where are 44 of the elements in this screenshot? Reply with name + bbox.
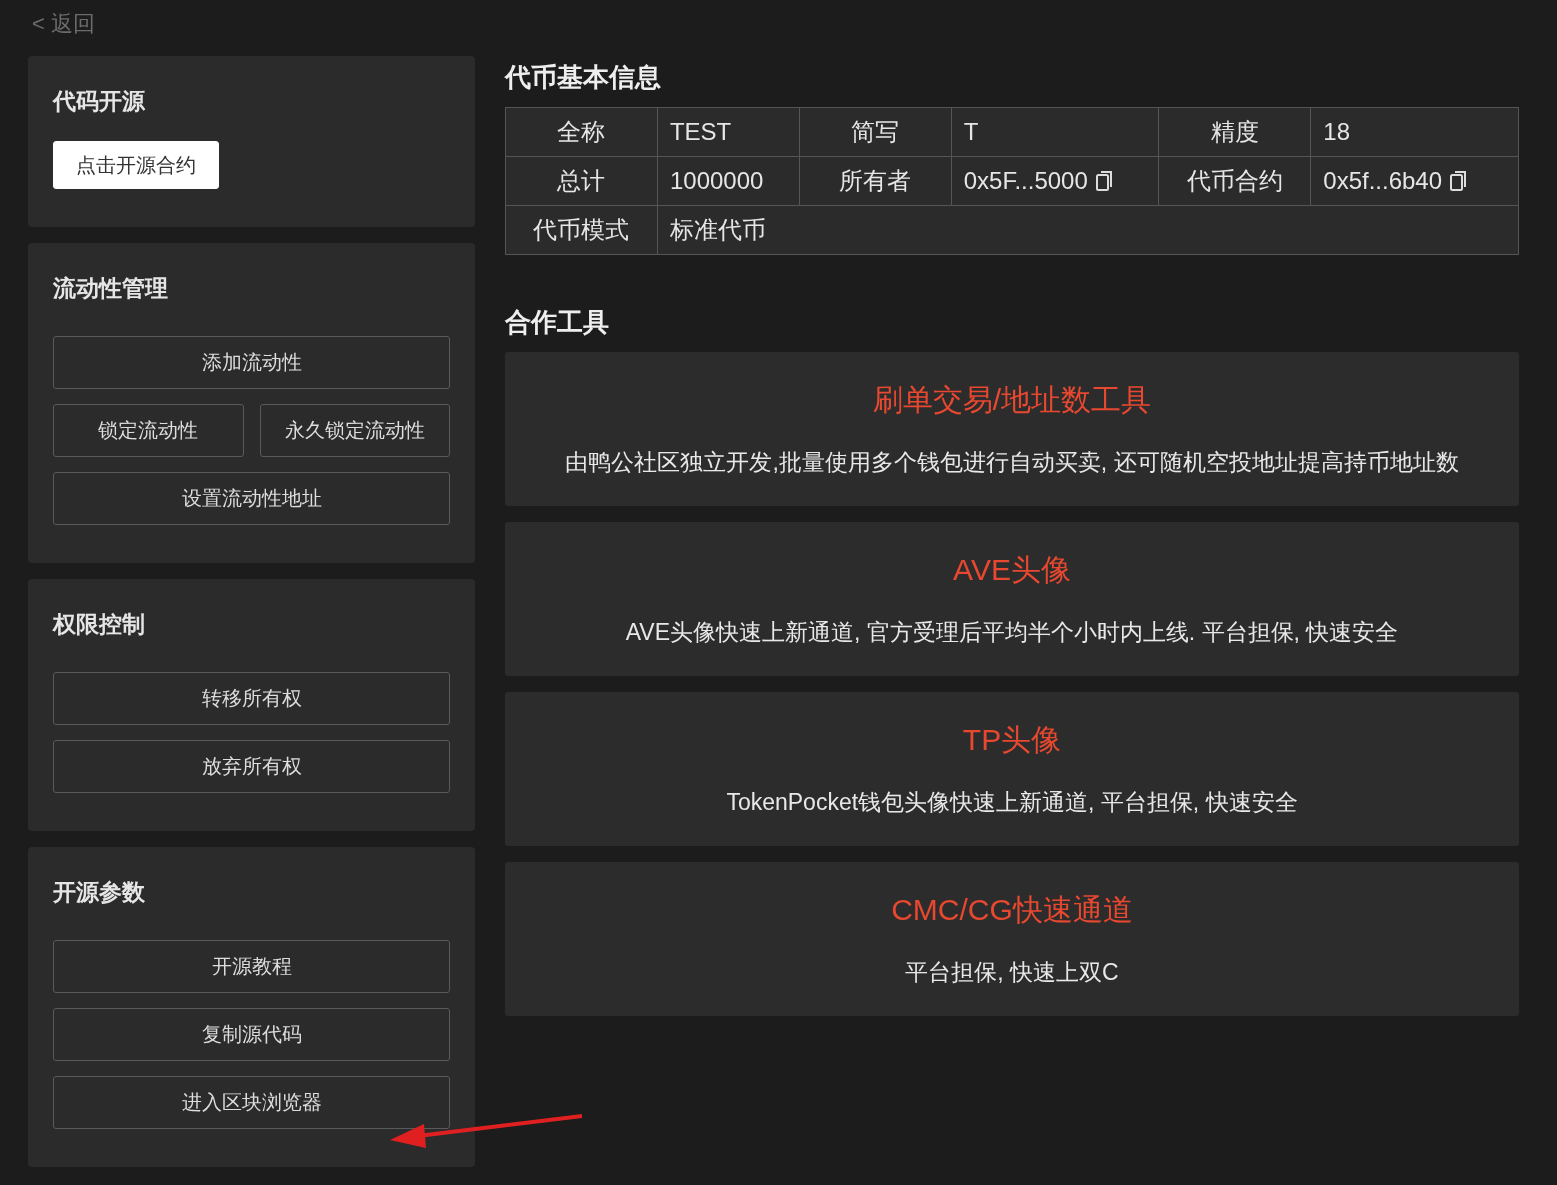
tool-description: 由鸭公社区独立开发,批量使用多个钱包进行自动买卖, 还可随机空投地址提高持币地址数 (565, 448, 1459, 477)
tool-name: TP头像 (962, 722, 1062, 758)
action-button[interactable]: 转移所有权 (53, 672, 450, 725)
field-label: 简写 (851, 118, 900, 145)
field-value: 18 (1323, 118, 1350, 145)
copy-icon[interactable] (1095, 170, 1114, 192)
field-label: 代币合约 (1186, 167, 1283, 194)
action-button[interactable]: 进入区块浏览器 (53, 1076, 450, 1129)
action-button[interactable]: 设置流动性地址 (53, 472, 450, 525)
tool-card[interactable]: 刷单交易/地址数工具 由鸭公社区独立开发,批量使用多个钱包进行自动买卖, 还可随机空投地址提高持币地址数 (505, 352, 1519, 506)
action-button[interactable]: 永久锁定流动性 (259, 404, 450, 457)
field-value: TEST (669, 118, 732, 145)
tool-name: 刷单交易/地址数工具 (872, 382, 1152, 418)
card-title: 权限控制 (53, 610, 146, 639)
field-label: 总计 (557, 167, 606, 194)
field-label: 所有者 (839, 167, 912, 194)
field-value: 0x5F...5000 (963, 167, 1088, 194)
field-value: 1000000 (669, 167, 764, 194)
tool-card[interactable]: TP头像 TokenPocket钱包头像快速上新通道, 平台担保, 快速安全 (505, 692, 1519, 846)
section-title: 合作工具 (505, 306, 610, 339)
section-title: 代币基本信息 (505, 61, 662, 94)
field-label: 代币模式 (533, 216, 630, 243)
tool-name: CMC/CG快速通道 (891, 892, 1133, 928)
action-button[interactable]: 放弃所有权 (53, 740, 450, 793)
tool-description: 平台担保, 快速上双C (905, 958, 1119, 987)
action-button[interactable]: 复制源代码 (53, 1008, 450, 1061)
tool-name: AVE头像 (953, 552, 1071, 588)
tool-card[interactable]: CMC/CG快速通道 平台担保, 快速上双C (505, 862, 1519, 1016)
field-label: 精度 (1210, 118, 1259, 145)
action-button[interactable]: 添加流动性 (53, 336, 450, 389)
tool-description: AVE头像快速上新通道, 官方受理后平均半个小时内上线. 平台担保, 快速安全 (625, 618, 1399, 647)
card-title: 开源参数 (53, 878, 146, 907)
field-label: 全称 (557, 118, 606, 145)
card-title: 流动性管理 (53, 274, 169, 303)
field-value: T (963, 118, 979, 145)
action-button[interactable]: 开源教程 (53, 940, 450, 993)
field-value: 标准代币 (669, 216, 766, 243)
tool-description: TokenPocket钱包头像快速上新通道, 平台担保, 快速安全 (726, 788, 1298, 817)
tool-card[interactable]: AVE头像 AVE头像快速上新通道, 官方受理后平均半个小时内上线. 平台担保, 快速安全 (505, 522, 1519, 676)
card-title: 代码开源 (53, 87, 146, 116)
field-value: 0x5f...6b40 (1323, 167, 1443, 194)
copy-icon[interactable] (1450, 170, 1469, 192)
action-button[interactable]: 点击开源合约 (53, 141, 219, 189)
action-button[interactable]: 锁定流动性 (53, 404, 244, 457)
